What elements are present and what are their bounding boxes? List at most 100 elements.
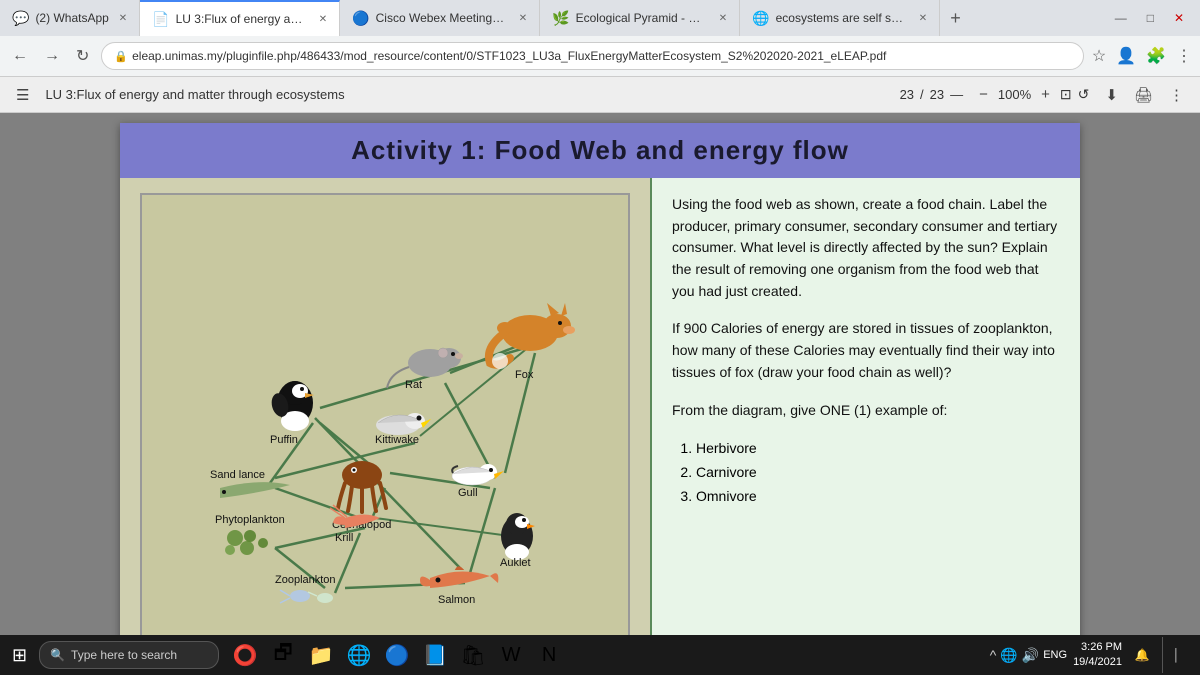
zoom-in-button[interactable]: + [1037,84,1054,105]
pdf-page-separator: / [920,87,924,102]
reload-button[interactable]: ↻ [72,44,93,68]
profile-icon[interactable]: 👤 [1116,46,1136,66]
tray-sound[interactable]: 🔊 [1022,647,1039,664]
tab-favicon: 🔵 [352,10,369,27]
food-web-svg: Fox Rat [155,208,615,628]
tab-favicon: 📄 [152,11,169,28]
sand-lance-label: Sand lance [210,469,265,481]
q3-item-1: Herbivore [696,437,1060,461]
question-1-text: Using the food web as shown, create a fo… [672,194,1060,302]
fit-page-icon[interactable]: ⊡ [1060,86,1072,103]
gull-label: Gull [458,487,478,499]
search-icon: 🔍 [50,648,65,662]
pdf-page-current: 23 [900,87,914,102]
taskbar-right: ^ 🌐 🔊 ENG 3:26 PM 19/4/2021 🔔 │ [990,637,1196,673]
tab-bar: 💬 (2) WhatsApp ✕ 📄 LU 3:Flux of energy a… [0,0,1200,36]
q3-item-2: Carnivore [696,461,1060,485]
taskbar-cortana[interactable]: ⭕ [227,637,263,673]
tab-lu3[interactable]: 📄 LU 3:Flux of energy and matter th ✕ [140,0,340,36]
system-tray: ^ 🌐 🔊 ENG [990,647,1067,664]
new-tab-button[interactable]: + [940,8,971,29]
question-3-section: From the diagram, give ONE (1) example o… [672,400,1060,509]
tab-label: ecosystems are self sustaining, w [776,11,909,25]
taskbar-search[interactable]: 🔍 Type here to search [39,641,219,669]
taskbar-store[interactable]: 🛍 [455,637,491,673]
pdf-page-control: 23 / 23 — [900,87,964,102]
rotate-icon[interactable]: ↺ [1078,86,1090,103]
tab-favicon: 🌿 [552,10,569,27]
tab-close[interactable]: ✕ [919,13,927,24]
minimize-button[interactable]: — [1109,9,1133,27]
taskbar: ⊞ 🔍 Type here to search ⭕ 🗗 📁 🌐 🔵 📘 🛍 W … [0,635,1200,675]
bookmark-icon[interactable]: ☆ [1092,46,1106,66]
forward-button[interactable]: → [40,45,64,67]
taskbar-teams[interactable]: 📘 [417,637,453,673]
zoom-out-button[interactable]: − [975,84,992,105]
address-input[interactable]: 🔒 eleap.unimas.my/pluginfile.php/486433/… [101,42,1083,70]
tray-network[interactable]: 🌐 [1000,647,1017,664]
krill-label: Krill [335,532,353,544]
puffin-label: Puffin [270,434,298,446]
address-bar-row: ← → ↻ 🔒 eleap.unimas.my/pluginfile.php/4… [0,36,1200,76]
menu-icon[interactable]: ⋮ [1176,46,1192,66]
taskbar-chrome[interactable]: 🌐 [341,637,377,673]
tab-close[interactable]: ✕ [519,13,527,24]
taskbar-clock[interactable]: 3:26 PM 19/4/2021 [1073,640,1122,671]
pdf-zoom-control: − 100% + ⊡ ↺ [975,84,1089,105]
text-area: Using the food web as shown, create a fo… [650,178,1080,636]
tab-label: LU 3:Flux of energy and matter th [176,12,309,26]
question-2-text: If 900 Calories of energy are stored in … [672,318,1060,383]
zoom-level: 100% [998,87,1031,102]
close-button[interactable]: ✕ [1168,9,1190,27]
auklet-label: Auklet [500,557,531,569]
salmon-label: Salmon [438,594,475,606]
kittiwake-label: Kittiwake [375,434,419,446]
pdf-toolbar: ☰ LU 3:Flux of energy and matter through… [0,77,1200,113]
activity-title: Activity 1: Food Web and energy flow [140,135,1060,166]
phytoplankton-label: Phytoplankton [215,514,285,526]
more-options-button[interactable]: ⋮ [1165,84,1188,106]
pdf-page-total: 23 [930,87,944,102]
q3-item-3: Omnivore [696,485,1060,509]
taskbar-explorer[interactable]: 📁 [303,637,339,673]
tab-favicon: 💬 [12,10,29,27]
question-3-list: Herbivore Carnivore Omnivore [672,437,1060,508]
zooplankton-label: Zooplankton [275,574,336,586]
pdf-title: LU 3:Flux of energy and matter through e… [45,87,344,102]
pdf-content-area: Activity 1: Food Web and energy flow [0,113,1200,636]
extensions-icon[interactable]: 🧩 [1146,46,1166,66]
tab-ecosystems[interactable]: 🌐 ecosystems are self sustaining, w ✕ [740,0,940,36]
taskbar-app2[interactable]: N [531,637,567,673]
fox-label: Fox [515,369,534,381]
tab-close[interactable]: ✕ [719,13,727,24]
tab-label: (2) WhatsApp [35,11,108,25]
tab-whatsapp[interactable]: 💬 (2) WhatsApp ✕ [0,0,140,36]
tab-close[interactable]: ✕ [119,13,127,24]
tab-close[interactable]: ✕ [319,14,327,25]
print-button[interactable]: 🖨 [1130,84,1157,106]
taskbar-edge[interactable]: 🔵 [379,637,415,673]
start-button[interactable]: ⊞ [4,641,35,670]
language-indicator[interactable]: ENG [1043,649,1067,661]
lock-icon: 🔒 [114,50,128,63]
tray-chevron[interactable]: ^ [990,647,997,663]
tab-label: Cisco Webex Meetings - Meeting [376,11,509,25]
page-header: Activity 1: Food Web and energy flow [120,123,1080,178]
maximize-button[interactable]: □ [1141,9,1160,27]
question-3-intro: From the diagram, give ONE (1) example o… [672,400,1060,422]
page-body: Fox Rat [120,178,1080,636]
food-web-diagram: Fox Rat [140,193,630,636]
download-button[interactable]: ⬇ [1101,84,1122,106]
pdf-page: Activity 1: Food Web and energy flow [120,123,1080,636]
tab-webex[interactable]: 🔵 Cisco Webex Meetings - Meeting ✕ [340,0,540,36]
notification-button[interactable]: 🔔 [1128,637,1156,673]
tab-label: Ecological Pyramid - Definition, [576,11,709,25]
taskbar-word[interactable]: W [493,637,529,673]
pdf-sidebar-toggle[interactable]: ☰ [12,84,33,106]
tab-ecological[interactable]: 🌿 Ecological Pyramid - Definition, ✕ [540,0,740,36]
taskbar-taskview[interactable]: 🗗 [265,637,301,673]
show-desktop-button[interactable]: │ [1162,637,1190,673]
back-button[interactable]: ← [8,45,32,67]
browser-toolbar-icons: ☆ 👤 🧩 ⋮ [1092,46,1192,66]
pdf-dash: — [950,87,963,102]
